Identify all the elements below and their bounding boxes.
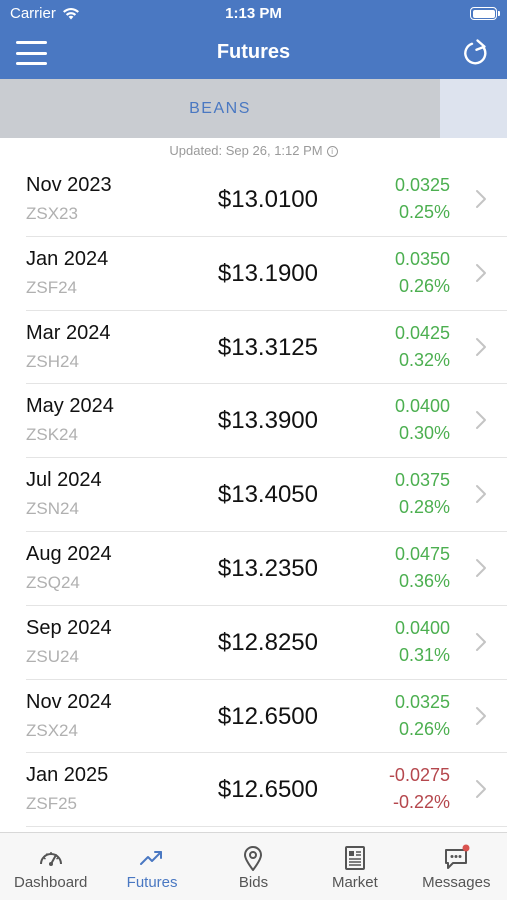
contract-price: $13.0100 xyxy=(217,186,318,213)
tab-beans[interactable]: BEANS xyxy=(0,79,440,138)
contract-symbol: ZSH24 xyxy=(26,351,79,371)
contract-month: Nov 2024 xyxy=(26,690,112,713)
price-change: 0.0325 xyxy=(394,175,450,195)
price-change: 0.0425 xyxy=(394,322,450,343)
chevron-right-icon xyxy=(476,485,486,504)
bottom-tab-bar: Dashboard Futures Bids Market Messages xyxy=(0,832,507,900)
map-pin-icon xyxy=(203,844,304,872)
contract-symbol: ZSK24 xyxy=(26,425,78,445)
trend-up-icon xyxy=(101,844,202,872)
percent-change: 0.36% xyxy=(398,570,450,591)
tab-messages[interactable]: Messages xyxy=(406,833,507,900)
chevron-right-icon xyxy=(476,780,486,799)
percent-change: 0.30% xyxy=(398,423,450,444)
price-change: 0.0475 xyxy=(394,543,450,564)
contract-price: $13.3125 xyxy=(217,333,318,361)
tab-bids[interactable]: Bids xyxy=(203,833,304,900)
contract-price: $12.6500 xyxy=(217,702,318,730)
price-change: -0.0275 xyxy=(388,765,450,786)
contract-symbol: ZSX24 xyxy=(26,720,78,740)
newspaper-icon xyxy=(304,844,405,872)
page-title: Futures xyxy=(216,41,291,63)
percent-change: 0.32% xyxy=(398,349,450,370)
contract-symbol: ZSN24 xyxy=(26,499,79,519)
tab-label: Dashboard xyxy=(14,874,88,891)
tab-market[interactable]: Market xyxy=(304,833,405,900)
contract-symbol: ZSX23 xyxy=(26,204,78,223)
chevron-right-icon xyxy=(476,706,486,725)
chat-bubble-icon xyxy=(406,844,507,872)
contract-symbol: ZSF24 xyxy=(26,277,78,297)
contract-price: $12.8250 xyxy=(217,628,318,656)
contract-price: $13.1900 xyxy=(217,259,318,287)
percent-change: 0.26% xyxy=(398,275,450,296)
percent-change: -0.22% xyxy=(392,792,450,813)
tab-futures[interactable]: Futures xyxy=(101,833,202,900)
price-change: 0.0400 xyxy=(394,396,450,417)
clock: 1:13 PM xyxy=(225,5,282,22)
futures-row[interactable]: Nov 2024 ZSX24 $12.6500 0.0325 0.26% xyxy=(0,680,507,754)
percent-change: 0.31% xyxy=(398,644,450,665)
percent-change: 0.26% xyxy=(398,718,450,739)
tab-dashboard[interactable]: Dashboard xyxy=(0,833,101,900)
contract-month: Jan 2024 xyxy=(26,247,109,270)
futures-row[interactable]: Aug 2024 ZSQ24 $13.2350 0.0475 0.36% xyxy=(0,532,507,606)
futures-list: Nov 2023 ZSX23 $13.0100 0.0325 0.25% Jan 2024… xyxy=(0,163,507,827)
tab-label: Market xyxy=(331,874,378,891)
tab-label: Futures xyxy=(126,874,178,891)
price-change: 0.0350 xyxy=(394,248,450,269)
last-updated-text: Updated: Sep 26, 1:12 PM xyxy=(169,143,323,158)
contract-price: $13.4050 xyxy=(217,481,318,509)
contract-month: Nov 2023 xyxy=(26,174,112,196)
contract-month: Aug 2024 xyxy=(26,542,112,565)
contract-month: Mar 2024 xyxy=(26,321,111,344)
contract-symbol: ZSU24 xyxy=(26,646,79,666)
chevron-right-icon xyxy=(476,190,486,208)
futures-row[interactable]: Jan 2025 ZSF25 $12.6500 -0.0275 -0.22% xyxy=(0,753,507,827)
percent-change: 0.25% xyxy=(398,202,450,222)
chevron-right-icon xyxy=(476,337,486,356)
chevron-right-icon xyxy=(476,558,486,577)
percent-change: 0.28% xyxy=(398,497,450,518)
contract-month: Jul 2024 xyxy=(26,469,102,492)
contract-month: Jan 2025 xyxy=(26,764,109,787)
gauge-icon xyxy=(0,844,101,872)
futures-row[interactable]: Jul 2024 ZSN24 $13.4050 0.0375 0.28% xyxy=(0,458,507,532)
last-updated-label: Updated: Sep 26, 1:12 PM i xyxy=(0,143,507,158)
futures-row[interactable]: Nov 2023 ZSX23 $13.0100 0.0325 0.25% xyxy=(0,163,507,237)
status-bar: Carrier 1:13 PM xyxy=(0,0,507,28)
chevron-right-icon xyxy=(476,263,486,282)
chevron-right-icon xyxy=(476,632,486,651)
futures-row[interactable]: Mar 2024 ZSH24 $13.3125 0.0425 0.32% xyxy=(0,311,507,385)
futures-row[interactable]: Sep 2024 ZSU24 $12.8250 0.0400 0.31% xyxy=(0,606,507,680)
futures-row[interactable]: Jan 2024 ZSF24 $13.1900 0.0350 0.26% xyxy=(0,237,507,311)
tab-strip-scroll-area[interactable] xyxy=(440,79,507,138)
chevron-right-icon xyxy=(476,411,486,430)
contract-price: $13.2350 xyxy=(217,554,318,582)
price-change: 0.0325 xyxy=(394,691,450,712)
price-change: 0.0375 xyxy=(394,470,450,491)
futures-row[interactable]: May 2024 ZSK24 $13.3900 0.0400 0.30% xyxy=(0,384,507,458)
navigation-bar: Futures xyxy=(0,28,507,79)
contract-price: $13.3900 xyxy=(217,407,318,435)
info-icon[interactable]: i xyxy=(326,146,338,157)
tab-label: Messages xyxy=(422,874,491,891)
contract-month: May 2024 xyxy=(26,395,114,418)
contract-symbol: ZSF25 xyxy=(26,794,78,814)
contract-price: $12.6500 xyxy=(217,776,318,804)
battery-icon xyxy=(470,7,500,20)
tab-label: Bids xyxy=(238,874,269,891)
notification-badge xyxy=(462,844,470,852)
price-change: 0.0400 xyxy=(394,617,450,638)
contract-symbol: ZSQ24 xyxy=(26,572,80,592)
refresh-icon[interactable] xyxy=(461,38,491,68)
contract-month: Sep 2024 xyxy=(26,616,112,639)
commodity-tab-strip: BEANS xyxy=(0,79,507,138)
